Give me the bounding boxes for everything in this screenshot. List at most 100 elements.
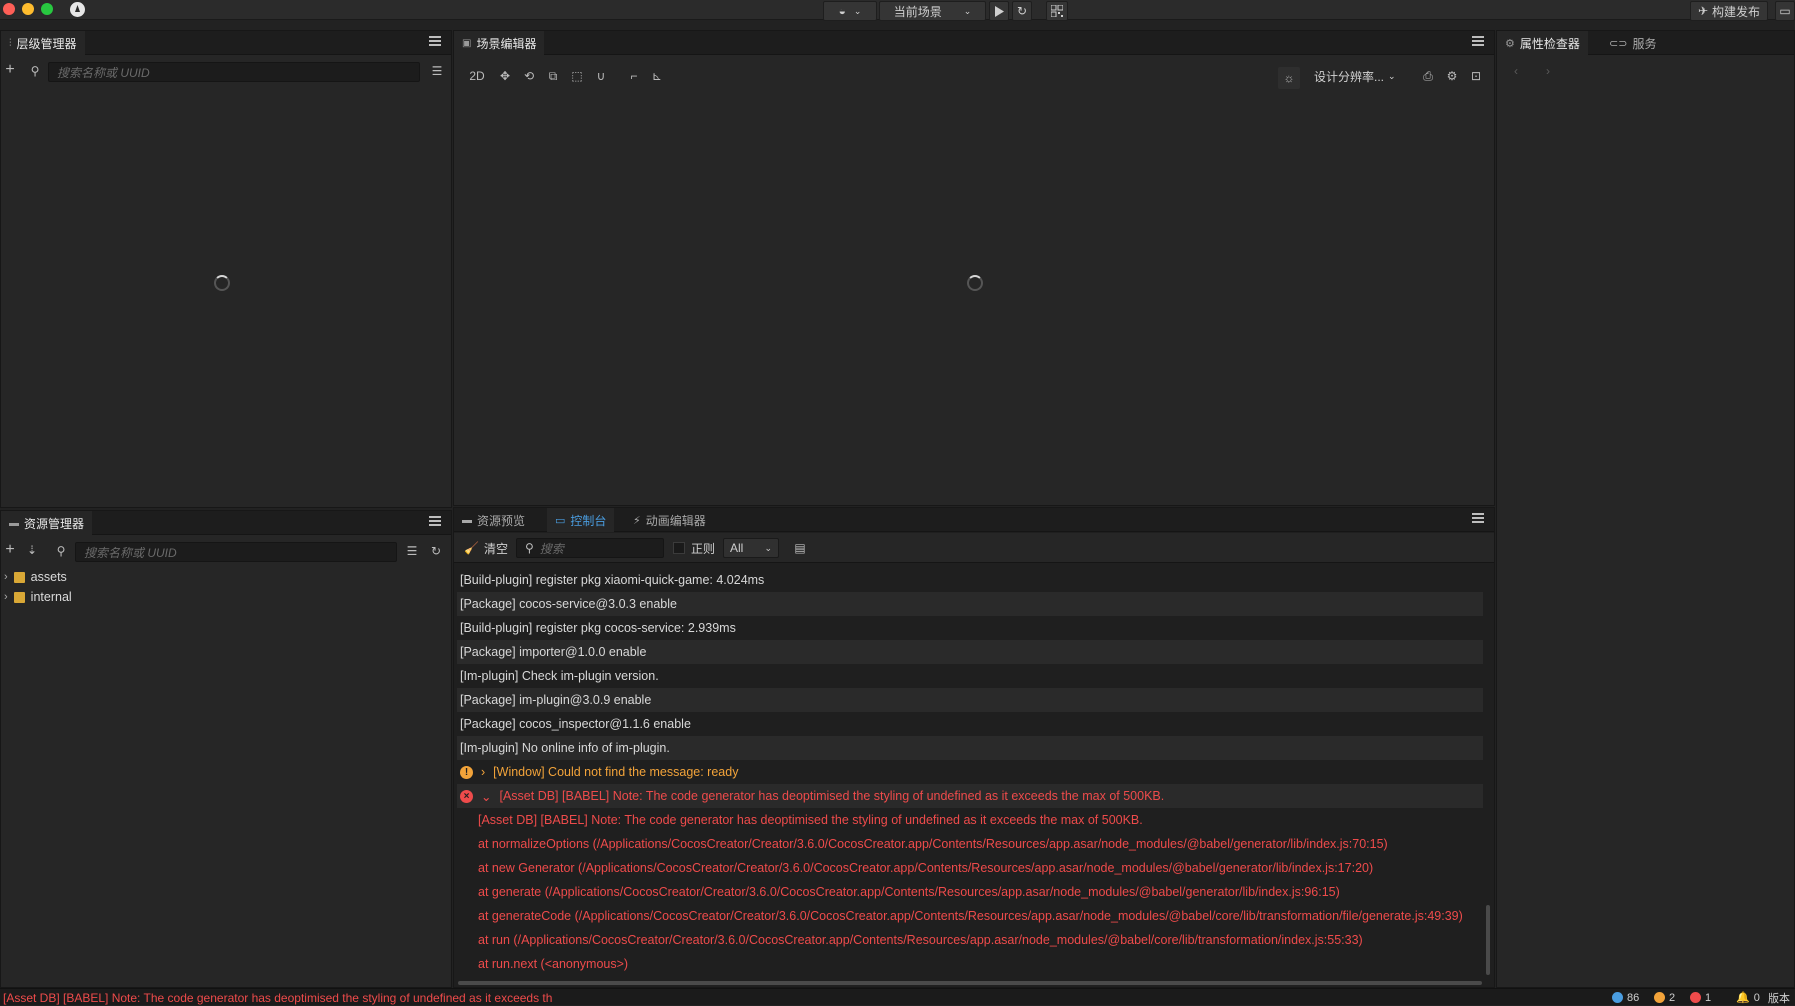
search-type-button[interactable]: ⚲ (52, 542, 70, 560)
scale-tool-button[interactable]: ⧉ (544, 67, 562, 85)
search-icon: ⚲ (56, 544, 66, 558)
log-warning-line[interactable]: ! › [Window] Could not find the message:… (457, 760, 1483, 784)
tab-hierarchy-label: 层级管理器 (16, 36, 77, 51)
notification-badge[interactable]: 🔔 0 (1736, 990, 1760, 1005)
info-count-badge[interactable]: 86 (1612, 990, 1639, 1005)
chevron-right-icon: › (1546, 64, 1550, 78)
local-global-button[interactable]: ⊾ (648, 67, 666, 85)
open-log-file-button[interactable]: ▤ (791, 539, 809, 557)
maximize-window-button[interactable] (41, 3, 53, 15)
play-button[interactable] (989, 1, 1009, 21)
refresh-assets-button[interactable]: ↻ (427, 542, 445, 560)
log-text: [Package] cocos_inspector@1.1.6 enable (460, 717, 691, 731)
tab-hierarchy[interactable]: ⫶ 层级管理器 (1, 31, 85, 55)
tab-console[interactable]: ▭ 控制台 (547, 508, 615, 532)
log-text: [Im-plugin] No online info of im-plugin. (460, 741, 670, 755)
tab-assets-label: 资源管理器 (24, 516, 85, 531)
minimize-window-button[interactable] (22, 3, 34, 15)
log-error-line[interactable]: × ⌄ [Asset DB] [BABEL] Note: The code ge… (457, 784, 1483, 808)
tab-services[interactable]: ⊂⊃ 服务 (1601, 31, 1664, 55)
snap-tool-button[interactable]: ∪ (592, 67, 610, 85)
console-search-input[interactable]: ⚲ 搜索 (516, 538, 664, 558)
scene-select[interactable]: 当前场景 ⌄ (879, 1, 986, 21)
coordinate-icon: ⊾ (651, 69, 663, 83)
scene-icon: ▣ (462, 37, 472, 49)
error-detail-line: at generateCode (/Applications/CocosCrea… (478, 904, 1463, 928)
chevron-down-icon: ⌄ (481, 789, 492, 804)
close-window-button[interactable] (3, 3, 15, 15)
add-node-button[interactable]: + (1, 61, 19, 79)
tree-item-internal[interactable]: › internal (4, 588, 72, 606)
camera-button[interactable]: ⎙ (1419, 67, 1437, 85)
toggle-2d-button[interactable]: 2D (465, 67, 489, 85)
refresh-icon: ↻ (430, 544, 442, 558)
lighting-toggle-button[interactable]: ☼ (1278, 67, 1300, 89)
rect-tool-button[interactable]: ⬚ (568, 67, 586, 85)
rect-icon: ⬚ (571, 69, 583, 83)
scene-select-label: 当前场景 (893, 4, 942, 19)
warning-count-badge[interactable]: 2 (1654, 990, 1675, 1005)
log-text: [Package] im-plugin@3.0.9 enable (460, 693, 652, 707)
console-horizontal-scrollbar[interactable] (458, 981, 1482, 985)
refresh-button[interactable]: ↻ (1012, 1, 1032, 21)
search-type-button[interactable]: ⚲ (26, 62, 44, 80)
log-line: [Build-plugin] register pkg xiaomi-quick… (457, 568, 1483, 592)
tab-assets[interactable]: ▬ 资源管理器 (1, 511, 93, 535)
log-text: at normalizeOptions (/Applications/Cocos… (478, 837, 1388, 851)
broom-icon: 🧹 (464, 541, 479, 555)
regex-checkbox[interactable]: 正则 (673, 539, 715, 557)
version-button[interactable]: 版本 (1768, 990, 1790, 1005)
tree-item-assets[interactable]: › assets (4, 568, 67, 586)
sort-button[interactable]: ⇣ (23, 541, 41, 559)
rotate-tool-button[interactable]: ⟲ (520, 67, 538, 85)
log-level-value: All (730, 541, 744, 555)
back-button[interactable]: ‹ (1507, 62, 1525, 80)
scene-settings-button[interactable]: ⚙ (1443, 67, 1461, 85)
list-view-button[interactable]: ☰ (403, 542, 421, 560)
move-tool-button[interactable]: ✥ (496, 67, 514, 85)
list-icon: ☰ (406, 544, 418, 558)
status-message[interactable]: [Asset DB] [BABEL] Note: The code genera… (3, 990, 552, 1005)
clear-console-button[interactable]: 🧹 清空 (464, 539, 508, 557)
chevron-right-icon: › (4, 591, 8, 603)
folder-button[interactable]: ▭ (1775, 1, 1795, 21)
tab-animation-editor[interactable]: ⚡ 动画编辑器 (625, 508, 714, 532)
tab-inspector[interactable]: ⚙ 属性检查器 (1497, 31, 1588, 55)
move-icon: ✥ (499, 69, 511, 83)
console-vertical-scrollbar[interactable] (1486, 905, 1490, 975)
tab-scene-editor-label: 场景编辑器 (476, 36, 537, 51)
log-text: at generateCode (/Applications/CocosCrea… (478, 909, 1463, 923)
hierarchy-panel: ⫶ 层级管理器 + ⚲ 搜索名称或 UUID ☰ (0, 30, 452, 508)
tab-scene-editor[interactable]: ▣ 场景编辑器 (454, 31, 545, 55)
inspector-tabbar: ⚙ 属性检查器 ⊂⊃ 服务 (1497, 31, 1794, 55)
resolution-select[interactable]: 设计分辨率... ⌄ (1314, 67, 1396, 85)
tab-asset-preview[interactable]: ▬ 资源预览 (454, 508, 533, 532)
platform-select-button[interactable]: ◒ ⌄ (823, 1, 877, 21)
gizmo-button[interactable]: ⊡ (1467, 67, 1485, 85)
log-level-select[interactable]: All ⌄ (723, 538, 779, 558)
build-publish-button[interactable]: ✈ 构建发布 (1690, 1, 1768, 21)
hierarchy-search-input[interactable]: 搜索名称或 UUID (48, 62, 420, 82)
panel-menu-icon[interactable] (1472, 36, 1484, 48)
lightbulb-icon: ☼ (1283, 71, 1295, 85)
hierarchy-tabbar: ⫶ 层级管理器 (1, 31, 451, 55)
pivot-tool-button[interactable]: ⌐ (625, 67, 643, 85)
log-line: [Im-plugin] No online info of im-plugin. (457, 736, 1483, 760)
qrcode-button[interactable] (1046, 1, 1068, 21)
document-icon: ▤ (794, 541, 806, 555)
collapse-tree-button[interactable]: ☰ (428, 62, 446, 80)
search-icon: ⚲ (525, 541, 534, 555)
log-line: [Package] importer@1.0.0 enable (457, 640, 1483, 664)
log-text: [Window] Could not find the message: rea… (493, 765, 739, 779)
gear-icon: ⚙ (1505, 37, 1515, 50)
panel-menu-icon[interactable] (1472, 513, 1484, 525)
panel-menu-icon[interactable] (429, 36, 441, 48)
error-count-badge[interactable]: 1 (1690, 990, 1711, 1005)
camera-icon: ⎙ (1423, 68, 1433, 83)
warning-icon: ! (460, 765, 473, 779)
forward-button[interactable]: › (1539, 62, 1557, 80)
assets-search-input[interactable]: 搜索名称或 UUID (75, 542, 397, 562)
plus-icon: + (5, 61, 15, 78)
add-asset-button[interactable]: + (1, 541, 19, 559)
panel-menu-icon[interactable] (429, 516, 441, 528)
